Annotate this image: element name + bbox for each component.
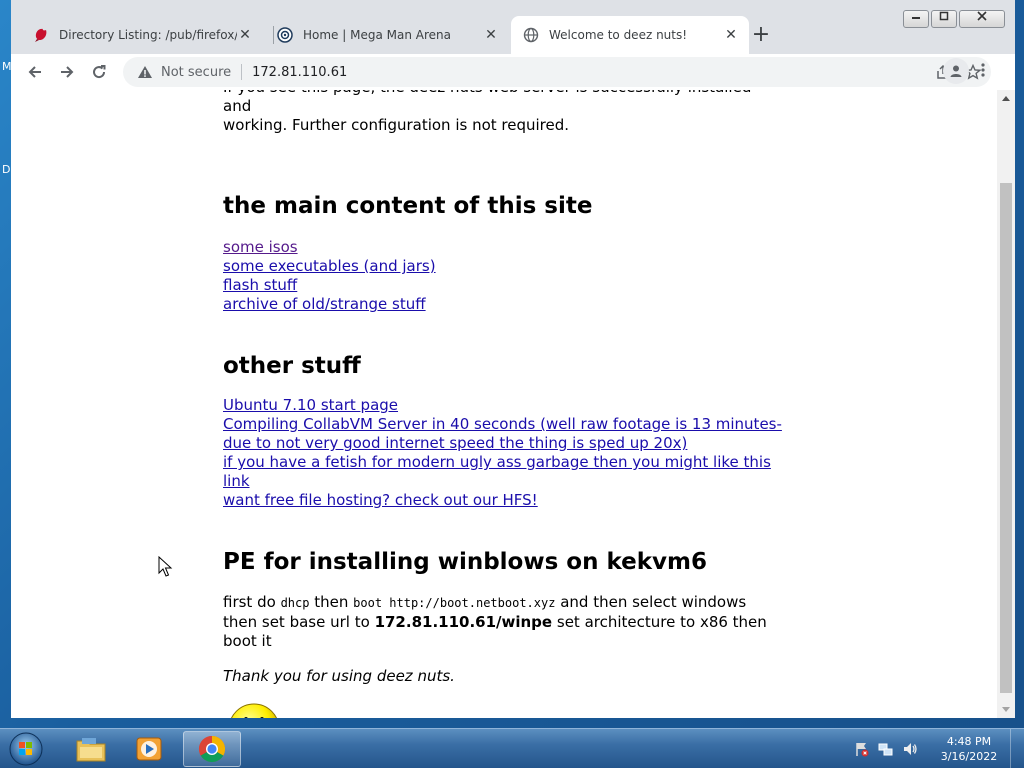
- tray-icons: [854, 741, 918, 757]
- desktop-icon-label: D: [2, 163, 11, 176]
- link-archive[interactable]: archive of old/strange stuff: [223, 295, 783, 314]
- folder-icon: [76, 738, 106, 762]
- taskbar-media-player[interactable]: [120, 731, 178, 767]
- tab-directory-listing[interactable]: Directory Listing: /pub/firefox/rel ✕: [21, 16, 263, 54]
- scroll-up-arrow[interactable]: [1002, 96, 1010, 101]
- tab-close-button[interactable]: ✕: [723, 27, 739, 43]
- menu-button[interactable]: [981, 62, 985, 82]
- not-secure-label[interactable]: Not secure: [161, 65, 231, 80]
- reload-icon: [93, 65, 106, 79]
- action-center-flag-icon[interactable]: [854, 741, 870, 757]
- mouse-cursor-icon: [158, 556, 173, 577]
- volume-icon[interactable]: [902, 741, 918, 757]
- link-compiling-collabvm[interactable]: Compiling CollabVM Server in 40 seconds …: [223, 415, 783, 453]
- maximize-button[interactable]: [931, 10, 957, 28]
- link-hfs[interactable]: want free file hosting? check out our HF…: [223, 491, 783, 510]
- clock-time: 4:48 PM: [946, 735, 992, 748]
- taskbar-windows-explorer[interactable]: [62, 731, 120, 767]
- person-icon: [950, 65, 962, 77]
- page-content: If you see this page, the deez nuts web …: [223, 90, 783, 718]
- system-tray: 4:48 PM 3/16/2022: [854, 729, 1024, 768]
- pe-text: first do: [223, 593, 276, 611]
- taskbar-clock[interactable]: 4:48 PM 3/16/2022: [934, 734, 1004, 764]
- tab-title: Directory Listing: /pub/firefox/rel: [59, 28, 237, 42]
- link-flash-stuff[interactable]: flash stuff: [223, 276, 783, 295]
- scroll-thumb[interactable]: [1000, 183, 1012, 693]
- intro-partial-line: If you see this page, the deez nuts web …: [223, 90, 751, 115]
- winpe-url: 172.81.110.61/winpe: [374, 613, 553, 631]
- tab-mega-man-arena[interactable]: Home | Mega Man Arena ✕: [265, 16, 509, 54]
- browser-window: Directory Listing: /pub/firefox/rel ✕ Ho…: [11, 0, 1015, 718]
- network-icon[interactable]: [878, 741, 894, 757]
- profile-button[interactable]: [943, 58, 969, 84]
- tab-title: Welcome to deez nuts!: [549, 28, 688, 42]
- taskbar: 4:48 PM 3/16/2022: [0, 728, 1024, 768]
- page-viewport: If you see this page, the deez nuts web …: [11, 90, 997, 718]
- code-boot-command: boot http://boot.netboot.xyz: [353, 596, 556, 610]
- heading-pe-winblows: PE for installing winblows on kekvm6: [223, 549, 708, 575]
- tab-welcome-deez-nuts[interactable]: Welcome to deez nuts! ✕: [511, 16, 749, 54]
- windows-orb-icon: [9, 732, 43, 766]
- taskbar-chrome[interactable]: [183, 731, 241, 767]
- tab-title: Home | Mega Man Arena: [303, 28, 451, 42]
- minimize-button[interactable]: [903, 10, 929, 28]
- forward-arrow-icon: [61, 66, 74, 78]
- back-arrow-icon: [28, 66, 41, 78]
- new-tab-button[interactable]: +: [749, 24, 773, 48]
- minimize-icon: [912, 17, 920, 19]
- restore-icon: [939, 11, 949, 21]
- browser-toolbar: Not secure 172.81.110.61: [11, 54, 1015, 90]
- firefox-red-icon: [35, 28, 47, 42]
- link-modern-garbage[interactable]: if you have a fetish for modern ugly ass…: [223, 453, 783, 491]
- scroll-down-arrow[interactable]: [1002, 707, 1010, 712]
- show-desktop-button[interactable]: [1010, 729, 1024, 768]
- link-ubuntu-start-page[interactable]: Ubuntu 7.10 start page: [223, 396, 783, 415]
- pe-text: then: [314, 593, 349, 611]
- vertical-scrollbar[interactable]: [997, 90, 1015, 718]
- start-button[interactable]: [6, 730, 46, 768]
- code-dhcp: dhcp: [280, 596, 310, 610]
- three-dots-vertical-icon: [981, 63, 985, 77]
- close-icon: [977, 11, 987, 21]
- omnibox-divider: [241, 64, 243, 80]
- thank-you-text: Thank you for using deez nuts.: [223, 667, 455, 685]
- window-controls: [901, 10, 1005, 28]
- link-some-executables[interactable]: some executables (and jars): [223, 257, 783, 276]
- url-text[interactable]: 172.81.110.61: [252, 65, 347, 80]
- main-links-list: some isos some executables (and jars) fl…: [223, 238, 783, 314]
- warning-triangle-icon[interactable]: [137, 65, 153, 79]
- close-window-button[interactable]: [959, 10, 1005, 28]
- gear-site-icon: [277, 27, 293, 43]
- tab-close-button[interactable]: ✕: [483, 27, 499, 43]
- tab-close-button[interactable]: ✕: [237, 27, 253, 43]
- address-bar[interactable]: Not secure 172.81.110.61: [123, 57, 991, 87]
- other-links-list: Ubuntu 7.10 start page Compiling CollabV…: [223, 396, 783, 510]
- clock-date: 3/16/2022: [940, 750, 998, 763]
- smiley-face-icon: [231, 703, 277, 718]
- tab-strip: Directory Listing: /pub/firefox/rel ✕ Ho…: [11, 0, 1015, 54]
- forward-button[interactable]: [51, 56, 83, 88]
- intro-text: working. Further configuration is not re…: [223, 116, 570, 134]
- reload-button[interactable]: [83, 56, 115, 88]
- media-player-icon: [136, 737, 162, 761]
- globe-icon: [523, 27, 539, 43]
- heading-main-content: the main content of this site: [223, 193, 593, 219]
- link-some-isos[interactable]: some isos: [223, 238, 783, 257]
- back-button[interactable]: [19, 56, 51, 88]
- heading-other-stuff: other stuff: [223, 353, 361, 379]
- pe-instructions: first do dhcp then boot http://boot.netb…: [223, 593, 783, 651]
- chrome-icon: [198, 735, 226, 763]
